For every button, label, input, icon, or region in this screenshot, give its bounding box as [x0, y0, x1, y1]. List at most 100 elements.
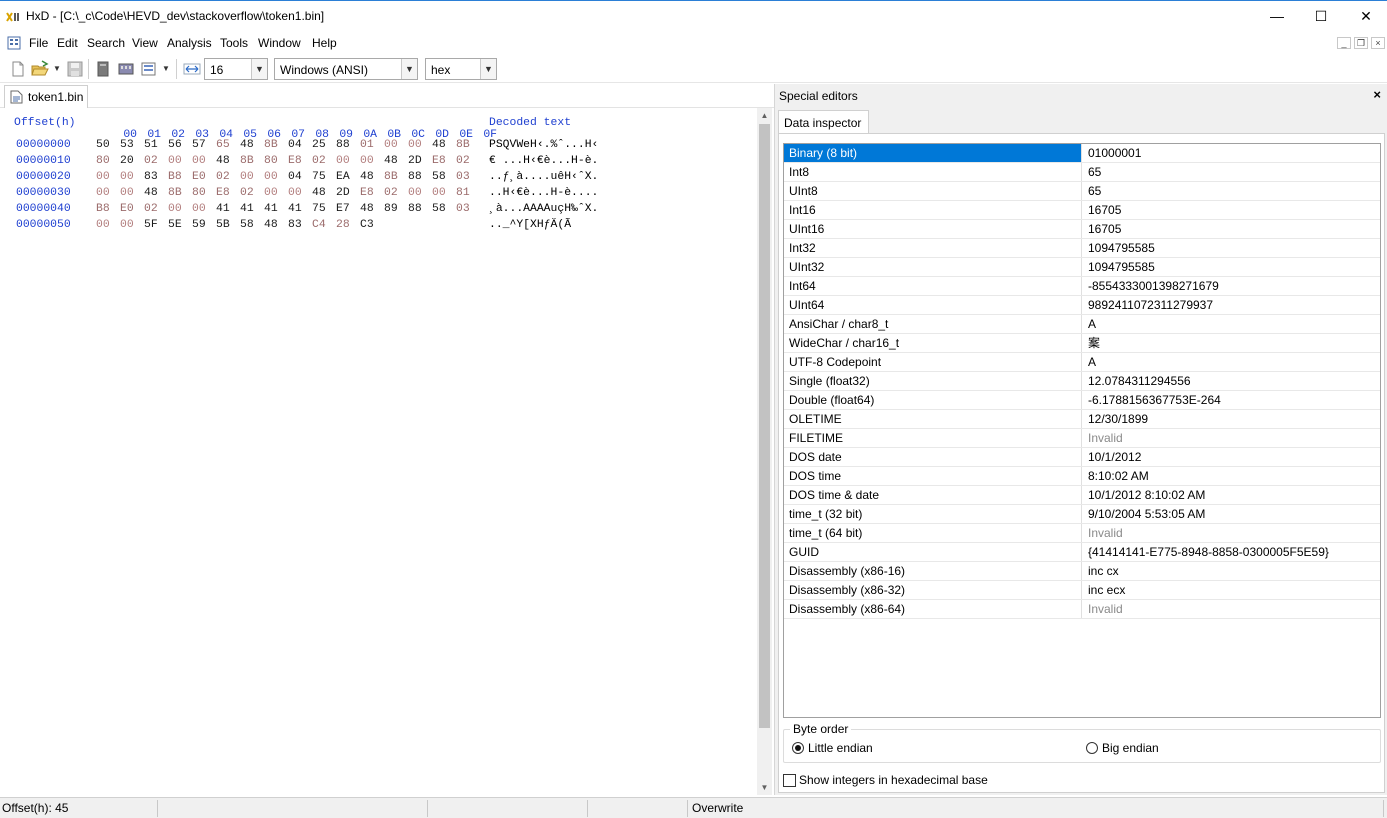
inspector-row[interactable]: DOS time 8:10:02 AM [784, 467, 1380, 486]
open-dropdown-chevron-icon[interactable]: ▼ [53, 64, 61, 73]
little-endian-radio[interactable] [792, 742, 804, 754]
inspector-row[interactable]: OLETIME 12/30/1899 [784, 410, 1380, 429]
chevron-down-icon[interactable]: ▼ [480, 59, 496, 79]
inspector-value[interactable]: 01000001 [1083, 144, 1380, 162]
hex-byte[interactable]: 75 [312, 171, 336, 183]
inspector-row[interactable]: time_t (32 bit) 9/10/2004 5:53:05 AM [784, 505, 1380, 524]
hex-byte[interactable]: 00 [384, 139, 408, 151]
little-endian-label[interactable]: Little endian [808, 741, 873, 755]
hex-byte[interactable]: 88 [336, 139, 360, 151]
view-settings-icon[interactable] [140, 60, 158, 78]
inspector-value[interactable]: Invalid [1083, 600, 1380, 618]
hex-integers-label[interactable]: Show integers in hexadecimal base [799, 773, 988, 787]
inspector-row[interactable]: Int32 1094795585 [784, 239, 1380, 258]
hex-byte[interactable]: 8B [168, 187, 192, 199]
menu-tools[interactable]: Tools [220, 36, 248, 50]
menu-analysis[interactable]: Analysis [167, 36, 212, 50]
inspector-value[interactable]: -8554333001398271679 [1083, 277, 1380, 295]
hex-byte[interactable]: 25 [312, 139, 336, 151]
menu-edit[interactable]: Edit [57, 36, 78, 50]
inspector-value[interactable]: 1094795585 [1083, 239, 1380, 257]
hex-byte[interactable]: 80 [264, 155, 288, 167]
hex-byte[interactable]: B8 [168, 171, 192, 183]
document-system-menu-icon[interactable] [7, 36, 21, 50]
hex-byte[interactable]: 02 [216, 171, 240, 183]
hex-integers-checkbox[interactable] [783, 774, 796, 787]
inspector-value[interactable]: inc ecx [1083, 581, 1380, 599]
hex-byte[interactable]: 48 [432, 139, 456, 151]
inspector-value[interactable]: 12.0784311294556 [1083, 372, 1380, 390]
inspector-value[interactable]: 65 [1083, 163, 1380, 181]
inspector-row[interactable]: FILETIME Invalid [784, 429, 1380, 448]
hex-byte[interactable]: 80 [192, 187, 216, 199]
hex-byte[interactable]: 04 [288, 139, 312, 151]
inspector-row[interactable]: Binary (8 bit) 01000001 [784, 144, 1380, 163]
hex-byte[interactable]: E0 [120, 203, 144, 215]
menu-help[interactable]: Help [312, 36, 337, 50]
hex-byte[interactable]: E8 [216, 187, 240, 199]
hex-byte[interactable]: 00 [192, 203, 216, 215]
inspector-value[interactable]: inc cx [1083, 562, 1380, 580]
scrollbar-thumb[interactable] [759, 124, 770, 728]
inspector-value[interactable]: A [1083, 353, 1380, 371]
hex-byte[interactable]: 48 [360, 171, 384, 183]
inspector-row[interactable]: Disassembly (x86-16) inc cx [784, 562, 1380, 581]
inspector-row[interactable]: UInt64 9892411072311279937 [784, 296, 1380, 315]
inspector-value[interactable]: 10/1/2012 8:10:02 AM [1083, 486, 1380, 504]
hex-byte[interactable]: 00 [96, 187, 120, 199]
hex-byte[interactable]: 59 [192, 219, 216, 231]
hex-byte[interactable]: 88 [408, 171, 432, 183]
big-endian-radio[interactable] [1086, 742, 1098, 754]
hex-byte[interactable]: 02 [312, 155, 336, 167]
scroll-down-arrow-icon[interactable]: ▼ [757, 780, 772, 795]
inspector-row[interactable]: GUID {41414141-E775-8948-8858-0300005F5E5… [784, 543, 1380, 562]
hex-byte[interactable]: 00 [336, 155, 360, 167]
inspector-row[interactable]: UInt32 1094795585 [784, 258, 1380, 277]
tab-data-inspector[interactable]: Data inspector [778, 110, 869, 134]
hex-byte[interactable]: 83 [288, 219, 312, 231]
menu-view[interactable]: View [132, 36, 158, 50]
chevron-down-icon[interactable]: ▼ [401, 59, 417, 79]
inspector-row[interactable]: DOS time & date 10/1/2012 8:10:02 AM [784, 486, 1380, 505]
hex-byte[interactable]: EA [336, 171, 360, 183]
inspector-row[interactable]: Int8 65 [784, 163, 1380, 182]
hex-byte[interactable]: 50 [96, 139, 120, 151]
inspector-value[interactable]: Invalid [1083, 524, 1380, 542]
inspector-row[interactable]: AnsiChar / char8_t A [784, 315, 1380, 334]
inspector-value[interactable]: 8:10:02 AM [1083, 467, 1380, 485]
menu-window[interactable]: Window [258, 36, 301, 50]
offset-base-select[interactable]: hex ▼ [425, 58, 497, 80]
row-bytes[interactable]: 00 00 5F 5E 59 5B 58 48 83 C4 28 C3 [96, 219, 384, 231]
hex-byte[interactable]: E7 [336, 203, 360, 215]
inspector-value[interactable]: {41414141-E775-8948-8858-0300005F5E59} [1083, 543, 1380, 561]
hex-byte[interactable]: 02 [240, 187, 264, 199]
inspector-value[interactable]: 9/10/2004 5:53:05 AM [1083, 505, 1380, 523]
hex-byte[interactable]: 75 [312, 203, 336, 215]
row-decoded-text[interactable]: ..ƒ¸à....uêH‹ˆX. [489, 171, 598, 183]
inspector-value[interactable]: 9892411072311279937 [1083, 296, 1380, 314]
scroll-up-arrow-icon[interactable]: ▲ [757, 108, 772, 123]
save-icon[interactable] [66, 60, 84, 78]
maximize-button[interactable]: ☐ [1298, 1, 1344, 31]
inspector-value[interactable]: A [1083, 315, 1380, 333]
hex-byte[interactable]: 48 [384, 155, 408, 167]
close-button[interactable]: ✕ [1343, 1, 1387, 31]
hex-byte[interactable]: 8B [384, 171, 408, 183]
hex-byte[interactable]: 00 [192, 155, 216, 167]
row-bytes[interactable]: 80 20 02 00 00 48 8B 80 E8 02 00 00 48 2D E8 02 [96, 155, 480, 167]
inspector-row[interactable]: UTF-8 Codepoint A [784, 353, 1380, 372]
hex-byte[interactable]: 02 [144, 155, 168, 167]
hex-byte[interactable]: 53 [120, 139, 144, 151]
hex-byte[interactable]: 00 [168, 203, 192, 215]
inspector-value[interactable]: 16705 [1083, 220, 1380, 238]
hex-byte[interactable]: 00 [96, 219, 120, 231]
inspector-row[interactable]: Int16 16705 [784, 201, 1380, 220]
hex-byte[interactable]: C4 [312, 219, 336, 231]
hex-byte[interactable]: 00 [120, 171, 144, 183]
hex-byte[interactable]: 00 [408, 139, 432, 151]
hex-byte[interactable]: E0 [192, 171, 216, 183]
hex-byte[interactable]: 00 [120, 219, 144, 231]
inspector-value[interactable]: 10/1/2012 [1083, 448, 1380, 466]
inspector-value[interactable]: Invalid [1083, 429, 1380, 447]
hex-byte[interactable]: 28 [336, 219, 360, 231]
